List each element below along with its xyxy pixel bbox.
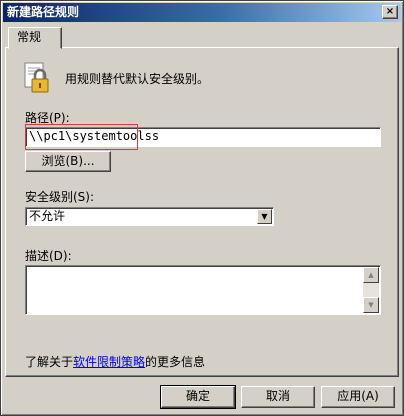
scroll-down-icon[interactable]: ▼: [363, 297, 379, 313]
ok-button[interactable]: 确定: [160, 385, 236, 409]
scroll-up-icon[interactable]: ▲: [363, 267, 379, 283]
info-suffix: 的更多信息: [145, 355, 206, 369]
lock-icon: [24, 62, 49, 93]
close-button[interactable]: ×: [382, 5, 398, 19]
rule-description: 用规则替代默认安全级别。: [65, 72, 210, 86]
apply-button[interactable]: 应用(A): [321, 386, 395, 408]
info-prefix: 了解关于: [25, 355, 74, 369]
title-bar: 新建路径规则 ×: [3, 3, 401, 22]
window-title: 新建路径规则: [7, 5, 80, 19]
path-label: 路径(P):: [25, 111, 70, 125]
software-restriction-policy-link[interactable]: 软件限制策略: [73, 355, 145, 369]
browse-button[interactable]: 浏览(B)...: [25, 151, 111, 172]
security-level-value: 不允许: [29, 209, 66, 223]
tab-general-label: 常规: [17, 30, 42, 44]
notes-label: 描述(D):: [25, 249, 72, 263]
more-info-line: 了解关于软件限制策略的更多信息: [25, 353, 205, 370]
chevron-down-icon[interactable]: ▼: [257, 209, 272, 224]
security-level-select[interactable]: 不允许 ▼: [25, 207, 274, 226]
notes-scrollbar[interactable]: ▲ ▼: [363, 267, 379, 313]
notes-textarea[interactable]: ▲ ▼: [25, 265, 381, 315]
cancel-button[interactable]: 取消: [241, 386, 315, 408]
security-level-label: 安全级别(S):: [25, 190, 95, 204]
path-input[interactable]: \\pc1\systemtoolss: [25, 127, 381, 147]
tab-general[interactable]: 常规: [8, 27, 62, 49]
new-path-rule-dialog: 新建路径规则 × 常规 用规则替代默认安全级别。 路径(P): \\pc1\sy…: [0, 0, 404, 416]
